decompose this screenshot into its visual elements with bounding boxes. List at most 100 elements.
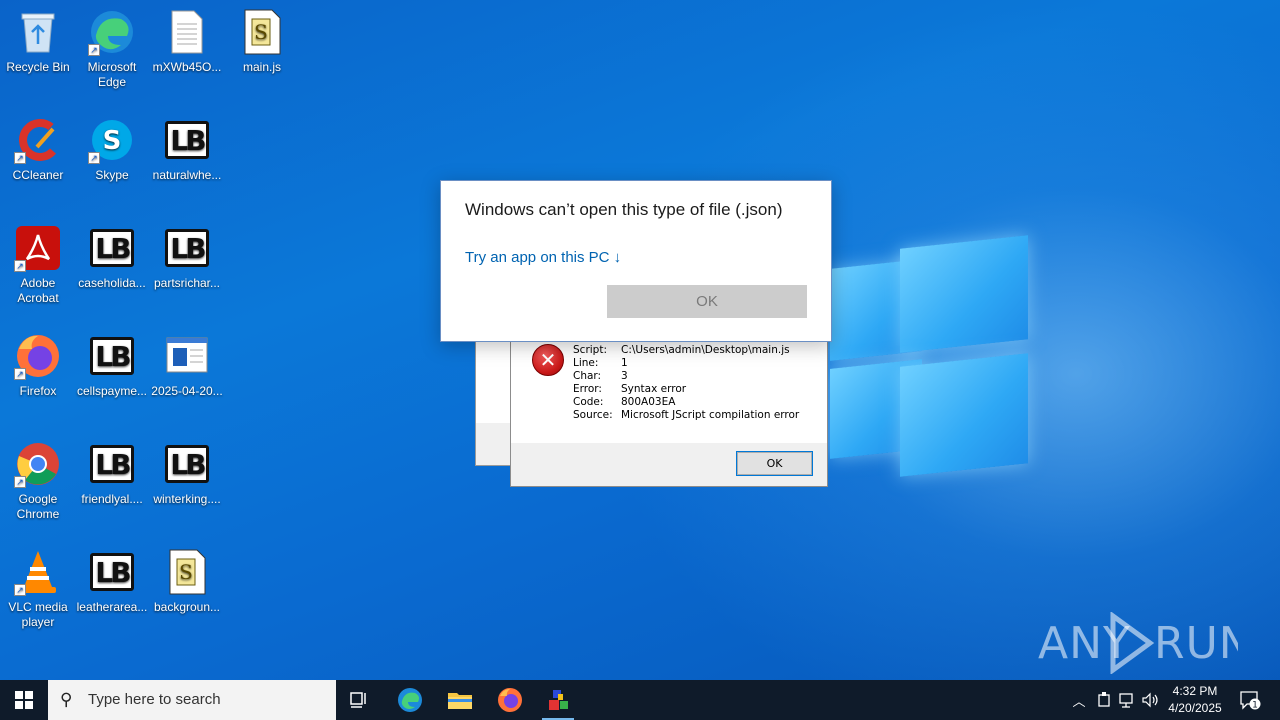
desktop-icon[interactable]: Smain.js	[224, 8, 300, 75]
desktop-icon[interactable]: ↗ Microsoft Edge	[74, 8, 150, 90]
generic-file-icon: LB	[163, 224, 211, 272]
script-error-dialog: ✕ Script: C:\Users\admin\Desktop\main.js …	[510, 330, 828, 487]
acrobat-icon: ↗	[14, 224, 62, 272]
task-view-button[interactable]	[336, 680, 384, 720]
shortcut-arrow-icon: ↗	[14, 152, 26, 164]
shortcut-arrow-icon: ↗	[14, 584, 26, 596]
taskbar-clock[interactable]: 4:32 PM 4/20/2025	[1162, 683, 1228, 717]
error-row-line: Line: 1	[573, 357, 628, 369]
ccleaner-icon: ↗	[14, 116, 62, 164]
desktop-icon[interactable]: LB winterking....	[149, 440, 225, 507]
desktop-icon[interactable]: ↗ Adobe Acrobat	[0, 224, 76, 306]
svg-text:S: S	[179, 560, 193, 584]
shortcut-arrow-icon: ↗	[14, 368, 26, 380]
desktop-icon-label: leatherarea...	[76, 600, 148, 614]
notification-icon: 1	[1240, 691, 1261, 711]
desktop-icon-label: winterking....	[153, 492, 221, 506]
open-with-dialog: Windows can’t open this type of file (.j…	[440, 180, 832, 342]
clock-date: 4/20/2025	[1168, 701, 1222, 715]
desktop-icon-label: friendlyal....	[81, 492, 143, 506]
task-view-icon	[350, 692, 366, 708]
generic-file-icon: LB	[163, 440, 211, 488]
desktop-icon[interactable]: S ↗ Skype	[74, 116, 150, 183]
windows-wallpaper-logo	[830, 235, 1030, 482]
shortcut-arrow-icon: ↗	[14, 260, 26, 272]
vlc-icon: ↗	[14, 548, 62, 596]
tray-network-icon[interactable]	[1116, 680, 1138, 720]
desktop-icon-label: backgroun...	[153, 600, 221, 614]
tray-volume-icon[interactable]	[1140, 680, 1162, 720]
desktop-icon[interactable]: 2025-04-20...	[149, 332, 225, 399]
taskbar: ⚲ Type here to search ︿ 4:32 PM 4/20/202…	[0, 680, 1280, 720]
document-icon	[163, 332, 211, 380]
svg-text:1: 1	[1252, 701, 1258, 711]
desktop-icon-label: caseholida...	[78, 276, 146, 290]
network-icon	[1119, 693, 1133, 708]
search-placeholder: Type here to search	[88, 691, 221, 708]
desktop-icon[interactable]: LB partsrichar...	[149, 224, 225, 291]
desktop-icon-label: Adobe Acrobat	[17, 276, 59, 305]
generic-file-icon: LB	[88, 440, 136, 488]
desktop-icon[interactable]: ↗ Firefox	[0, 332, 76, 399]
error-row-source: Source: Microsoft JScript compilation err…	[573, 409, 800, 421]
tray-overflow-button[interactable]: ︿	[1068, 680, 1090, 720]
svg-text:ANY: ANY	[1038, 618, 1131, 669]
open-with-ok-button[interactable]: OK	[607, 285, 807, 318]
taskbar-file-explorer[interactable]	[436, 680, 484, 720]
start-button[interactable]	[0, 680, 48, 720]
desktop-icon-label: CCleaner	[12, 168, 64, 182]
desktop-icon[interactable]: Recycle Bin	[0, 8, 76, 75]
chrome-icon: ↗	[14, 440, 62, 488]
folder-icon	[448, 693, 472, 709]
svg-text:S: S	[103, 126, 122, 156]
desktop-icon[interactable]: ↗ Google Chrome	[0, 440, 76, 522]
desktop-icon-label: main.js	[242, 60, 281, 74]
shortcut-arrow-icon: ↗	[88, 152, 100, 164]
script-file-icon: S	[163, 548, 211, 596]
taskbar-edge[interactable]	[386, 680, 434, 720]
firefox-icon	[498, 688, 522, 712]
chevron-up-icon: ︿	[1072, 693, 1086, 709]
desktop-icon-label: Recycle Bin	[6, 60, 70, 74]
tray-device-icon[interactable]	[1094, 680, 1114, 720]
error-details-table: Script: C:\Users\admin\Desktop\main.js Li…	[573, 344, 803, 422]
desktop-icon-label: Microsoft Edge	[87, 60, 137, 89]
desktop-icon[interactable]: LB caseholida...	[74, 224, 150, 291]
error-icon: ✕	[532, 344, 564, 376]
edge-icon: ↗	[88, 8, 136, 56]
action-center-button[interactable]: 1	[1234, 680, 1266, 720]
anyrun-watermark: ANY RUN	[1038, 611, 1252, 675]
error-row-script: Script: C:\Users\admin\Desktop\main.js	[573, 344, 790, 356]
taskbar-script-host[interactable]	[534, 680, 582, 720]
error-ok-button[interactable]: OK	[736, 451, 813, 476]
desktop-icon-label: Google Chrome	[16, 492, 60, 521]
usb-device-icon	[1098, 692, 1110, 707]
speaker-icon	[1142, 692, 1158, 708]
desktop-icon-label: mXWb45O...	[152, 60, 222, 74]
desktop-icon-label: naturalwhe...	[152, 168, 222, 182]
desktop-icon[interactable]: LB cellspayme...	[74, 332, 150, 399]
desktop-icon-label: Skype	[95, 168, 129, 182]
desktop-icon-label: Firefox	[19, 384, 57, 398]
desktop-icon[interactable]: LB leatherarea...	[74, 548, 150, 615]
taskbar-search-box[interactable]: ⚲ Type here to search	[48, 680, 336, 720]
firefox-icon: ↗	[14, 332, 62, 380]
try-app-link[interactable]: Try an app on this PC ↓	[465, 249, 621, 266]
windows-icon	[15, 691, 33, 709]
taskbar-firefox[interactable]	[486, 680, 534, 720]
desktop-icon[interactable]: ↗ VLC media player	[0, 548, 76, 630]
desktop-icon[interactable]: LB friendlyal....	[74, 440, 150, 507]
desktop-icon[interactable]: ↗ CCleaner	[0, 116, 76, 183]
error-row-char: Char: 3	[573, 370, 628, 382]
generic-file-icon: LB	[163, 116, 211, 164]
desktop-icon[interactable]: Sbackgroun...	[149, 548, 225, 615]
desktop-icon[interactable]: LB naturalwhe...	[149, 116, 225, 183]
edge-icon	[398, 688, 422, 712]
desktop-icon-label: VLC media player	[8, 600, 68, 629]
generic-file-icon: LB	[88, 332, 136, 380]
desktop-icon-label: partsrichar...	[153, 276, 221, 290]
svg-text:RUN: RUN	[1154, 618, 1238, 669]
desktop-icon[interactable]: mXWb45O...	[149, 8, 225, 75]
dialog-title: Windows can’t open this type of file (.j…	[465, 200, 783, 219]
clock-time: 4:32 PM	[1172, 684, 1218, 698]
